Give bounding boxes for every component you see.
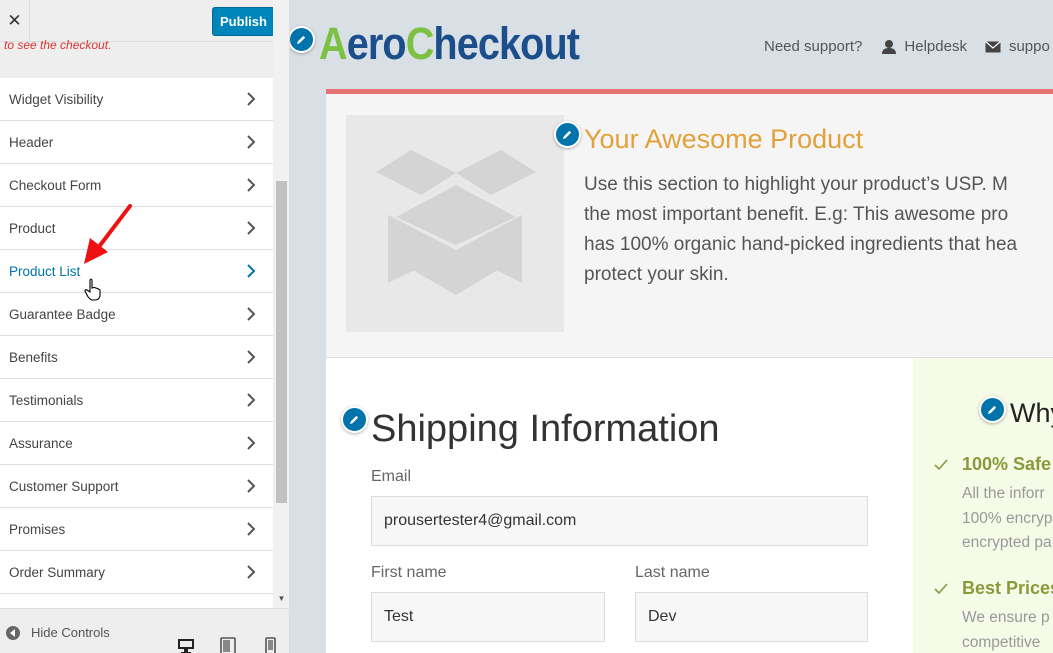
close-button[interactable]: ✕ [0,0,30,42]
edit-pencil-icon[interactable] [290,26,315,53]
section-label: Header [9,134,54,150]
why-title: Why [1010,398,1053,428]
section-label: Benefits [9,349,58,365]
why-panel: Why 100% Safe All the inforr 100% encryp… [913,358,1053,653]
benefit-text: We ensure p competitive [962,606,1053,653]
section-widget-visibility[interactable]: Widget Visibility [0,78,273,121]
section-guarantee-badge[interactable]: Guarantee Badge [0,293,273,336]
desktop-icon[interactable] [177,637,195,653]
check-icon [934,583,948,595]
aerocheckout-logo: AeroCheckout [319,18,580,69]
edit-pencil-icon[interactable] [554,121,581,148]
section-label: Customer Support [9,478,119,494]
publish-button[interactable]: Publish [212,7,275,36]
customizer-sidebar: ✕ Publish to see the checkout. Widget Vi… [0,0,290,653]
section-label: Assurance [9,435,73,451]
scrollbar-thumb[interactable] [276,181,287,503]
sidebar-footer: Hide Controls [0,608,289,653]
product-title: Your Awesome Product [584,124,864,154]
section-checkout-form[interactable]: Checkout Form [0,164,273,207]
desc-line: the most important benefit. E.g: This aw… [584,204,1009,225]
chevron-right-icon [247,178,256,192]
desc-line: has 100% organic hand-picked ingredients… [584,234,1018,255]
support-label: suppo [1008,38,1050,55]
benefit-line: We ensure p [962,609,1050,626]
chevron-right-icon [247,92,256,106]
tablet-icon[interactable] [219,637,237,653]
benefit-line: competitive [962,633,1041,651]
email-label: Email [371,468,412,485]
section-assurance[interactable]: Assurance [0,422,273,465]
checkout-notice: to see the checkout. [4,38,112,52]
helpdesk-link[interactable]: Helpdesk [882,38,967,55]
chevron-right-icon [247,393,256,407]
first-name-label: First name [371,564,447,581]
chevron-right-icon [247,522,256,536]
product-section: Your Awesome Product Use this section to… [326,89,1053,357]
section-order-summary[interactable]: Order Summary [0,551,273,594]
chevron-right-icon [247,221,256,235]
envelope-icon [985,40,1001,52]
collapse-icon [6,625,20,640]
top-links: Need support? Helpdesk suppo [764,38,1053,55]
section-label: Promises [9,521,66,537]
mobile-icon[interactable] [261,637,279,653]
preview-pane: AeroCheckout Need support? Helpdesk supp… [290,0,1053,653]
helpdesk-icon [882,40,897,54]
shipping-title: Shipping Information [371,408,720,450]
helpdesk-label: Helpdesk [904,38,967,55]
product-description: Use this section to highlight your produ… [584,170,1053,290]
support-link[interactable]: suppo [985,38,1050,55]
section-customer-support[interactable]: Customer Support [0,465,273,508]
need-support-text: Need support? [764,38,863,55]
section-promises[interactable]: Promises [0,508,273,551]
section-product-list[interactable]: Product List [0,250,273,293]
chevron-right-icon [247,264,256,278]
desc-line: Use this section to highlight your produ… [584,174,1008,195]
section-label: Guarantee Badge [9,306,116,322]
box-icon [376,150,536,295]
chevron-right-icon [247,436,256,450]
scroll-down-icon[interactable]: ▼ [276,594,287,604]
section-label: Product List [9,263,81,279]
benefit-title: Best Prices [962,578,1053,598]
section-label: Order Summary [9,564,106,580]
last-name-label: Last name [635,564,710,581]
section-testimonials[interactable]: Testimonials [0,379,273,422]
edit-pencil-icon[interactable] [341,406,368,433]
chevron-right-icon [247,350,256,364]
section-label: Checkout Form [9,177,102,193]
hide-controls-label: Hide Controls [31,625,110,640]
section-label: Product [9,220,56,236]
first-name-field[interactable]: Test [371,592,605,642]
sidebar-header: ✕ Publish [0,0,289,42]
edit-pencil-icon[interactable] [979,396,1006,423]
section-benefits[interactable]: Benefits [0,336,273,379]
section-label: Widget Visibility [9,91,104,107]
chevron-right-icon [247,307,256,321]
chevron-right-icon [247,565,256,579]
check-icon [934,459,948,471]
product-image-placeholder [346,115,564,332]
benefit-line: encrypted pa [962,534,1052,551]
section-list: Widget Visibility Header Checkout Form P… [0,78,273,637]
benefit-line: 100% encryp [962,509,1053,527]
desc-line: protect your skin. [584,264,729,285]
benefit-text: All the inforr 100% encryp encrypted pa [962,482,1053,556]
section-product[interactable]: Product [0,207,273,250]
chevron-right-icon [247,479,256,493]
section-label: Testimonials [9,392,84,408]
section-header[interactable]: Header [0,121,273,164]
hide-controls-button[interactable]: Hide Controls [6,625,110,640]
email-field[interactable]: prousertester4@gmail.com [371,496,868,546]
benefit-line: All the inforr [962,485,1045,502]
last-name-field[interactable]: Dev [635,592,868,642]
benefit-title: 100% Safe [962,454,1052,474]
chevron-right-icon [247,135,256,149]
